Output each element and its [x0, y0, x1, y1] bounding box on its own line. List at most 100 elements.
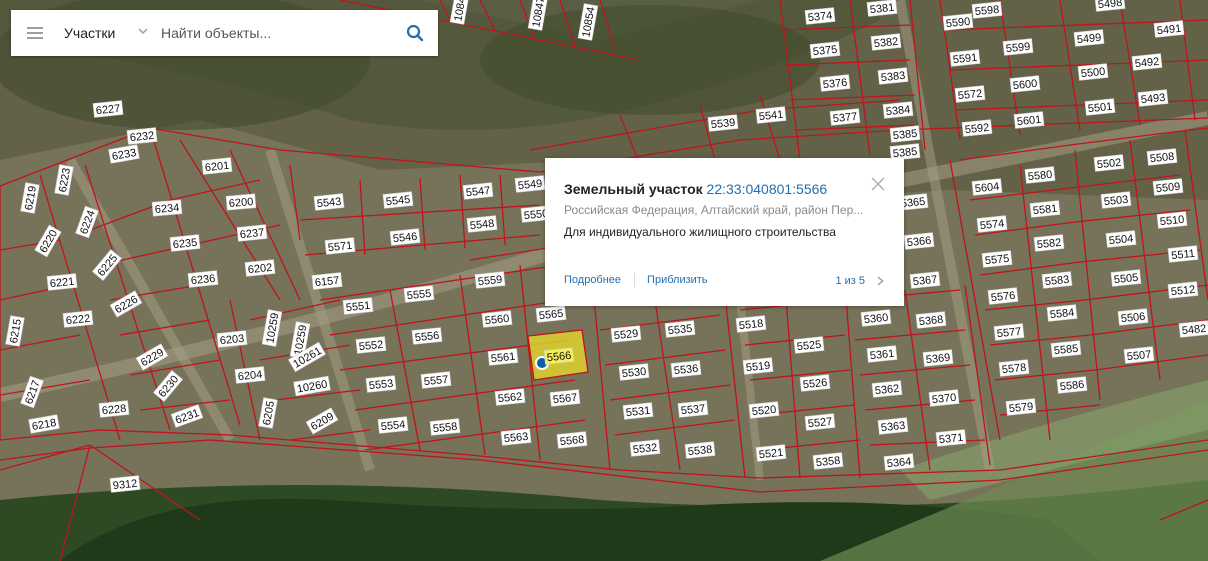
- parcel-label-5558[interactable]: 5558: [429, 418, 461, 436]
- parcel-label-5530[interactable]: 5530: [618, 363, 650, 381]
- parcel-label-5360[interactable]: 5360: [860, 309, 892, 327]
- parcel-label-5363[interactable]: 5363: [877, 417, 909, 435]
- parcel-label-5377[interactable]: 5377: [829, 108, 861, 126]
- parcel-label-6228[interactable]: 6228: [98, 400, 130, 418]
- parcel-label-5598[interactable]: 5598: [971, 1, 1003, 19]
- chevron-right-icon[interactable]: [877, 276, 884, 286]
- parcel-label-5552[interactable]: 5552: [355, 336, 387, 354]
- parcel-label-5548[interactable]: 5548: [466, 215, 498, 233]
- parcel-label-5376[interactable]: 5376: [819, 74, 851, 92]
- parcel-label-6232[interactable]: 6232: [126, 127, 158, 145]
- parcel-label-5578[interactable]: 5578: [998, 359, 1030, 377]
- parcel-label-5526[interactable]: 5526: [799, 374, 831, 392]
- parcel-label-9312[interactable]: 9312: [109, 475, 141, 493]
- parcel-label-6227[interactable]: 6227: [92, 100, 124, 118]
- parcel-label-5367[interactable]: 5367: [909, 271, 941, 289]
- parcel-label-5592[interactable]: 5592: [961, 119, 993, 137]
- parcel-label-5555[interactable]: 5555: [403, 285, 435, 303]
- parcel-label-6222[interactable]: 6222: [62, 310, 94, 328]
- parcel-label-5568[interactable]: 5568: [556, 431, 588, 449]
- parcel-label-5384[interactable]: 5384: [882, 101, 914, 119]
- parcel-label-5591[interactable]: 5591: [949, 49, 981, 67]
- parcel-label-5579[interactable]: 5579: [1005, 398, 1037, 416]
- parcel-label-5554[interactable]: 5554: [377, 416, 409, 434]
- parcel-label-5520[interactable]: 5520: [748, 401, 780, 419]
- parcel-label-5547[interactable]: 5547: [462, 182, 494, 200]
- parcel-label-5561[interactable]: 5561: [487, 348, 519, 366]
- parcel-label-6234[interactable]: 6234: [151, 199, 183, 217]
- parcel-label-5511[interactable]: 5511: [1167, 245, 1199, 263]
- parcel-label-5541[interactable]: 5541: [755, 106, 787, 124]
- parcel-label-5560[interactable]: 5560: [481, 310, 513, 328]
- parcel-label-5585[interactable]: 5585: [1050, 340, 1082, 358]
- parcel-label-5358[interactable]: 5358: [812, 452, 844, 470]
- parcel-label-5545[interactable]: 5545: [382, 191, 414, 209]
- parcel-label-5551[interactable]: 5551: [342, 297, 374, 315]
- parcel-label-5509[interactable]: 5509: [1152, 178, 1184, 196]
- parcel-label-5538[interactable]: 5538: [684, 441, 716, 459]
- parcel-label-5543[interactable]: 5543: [313, 193, 345, 211]
- parcel-label-5600[interactable]: 5600: [1009, 75, 1041, 93]
- parcel-label-5491[interactable]: 5491: [1153, 20, 1185, 38]
- parcel-label-5382[interactable]: 5382: [870, 33, 902, 51]
- parcel-label-6202[interactable]: 6202: [244, 259, 276, 277]
- parcel-label-5532[interactable]: 5532: [629, 439, 661, 457]
- parcel-label-5539[interactable]: 5539: [707, 114, 739, 132]
- parcel-label-5508[interactable]: 5508: [1146, 148, 1178, 166]
- search-category-select[interactable]: Участки: [64, 25, 126, 41]
- parcel-label-5525[interactable]: 5525: [793, 336, 825, 354]
- parcel-label-5566[interactable]: 5566: [543, 347, 575, 365]
- parcel-label-5370[interactable]: 5370: [928, 389, 960, 407]
- parcel-label-5381[interactable]: 5381: [866, 0, 898, 17]
- parcel-label-5512[interactable]: 5512: [1167, 281, 1199, 299]
- parcel-label-5499[interactable]: 5499: [1073, 29, 1105, 47]
- parcel-label-6221[interactable]: 6221: [46, 273, 78, 291]
- parcel-label-5576[interactable]: 5576: [987, 287, 1019, 305]
- parcel-label-5537[interactable]: 5537: [677, 400, 709, 418]
- parcel-label-5574[interactable]: 5574: [976, 215, 1008, 233]
- parcel-label-5571[interactable]: 5571: [324, 237, 356, 255]
- parcel-label-5500[interactable]: 5500: [1077, 63, 1109, 81]
- parcel-label-5369[interactable]: 5369: [922, 349, 954, 367]
- parcel-label-6235[interactable]: 6235: [169, 234, 201, 252]
- parcel-label-5366[interactable]: 5366: [903, 232, 935, 250]
- parcel-label-5492[interactable]: 5492: [1131, 53, 1163, 71]
- parcel-label-5385[interactable]: 5385: [889, 125, 921, 143]
- parcel-label-5504[interactable]: 5504: [1105, 230, 1137, 248]
- parcel-label-5565[interactable]: 5565: [535, 305, 567, 323]
- popup-cadastral-number[interactable]: 22:33:040801:5566: [707, 181, 828, 197]
- parcel-label-6237[interactable]: 6237: [236, 224, 268, 242]
- parcel-label-5546[interactable]: 5546: [389, 228, 421, 246]
- chevron-down-icon[interactable]: [138, 26, 148, 35]
- parcel-label-5510[interactable]: 5510: [1156, 211, 1188, 229]
- parcel-label-5604[interactable]: 5604: [971, 178, 1003, 196]
- parcel-label-5506[interactable]: 5506: [1117, 308, 1149, 326]
- parcel-label-5493[interactable]: 5493: [1137, 89, 1169, 107]
- parcel-label-5582[interactable]: 5582: [1033, 234, 1065, 252]
- parcel-label-5531[interactable]: 5531: [622, 402, 654, 420]
- parcel-label-5374[interactable]: 5374: [804, 7, 836, 25]
- search-icon[interactable]: [406, 24, 424, 42]
- parcel-label-5527[interactable]: 5527: [804, 413, 836, 431]
- parcel-label-6236[interactable]: 6236: [187, 270, 219, 288]
- parcel-label-5375[interactable]: 5375: [809, 41, 841, 59]
- parcel-label-5586[interactable]: 5586: [1056, 376, 1088, 394]
- parcel-label-5507[interactable]: 5507: [1123, 346, 1155, 364]
- parcel-label-5562[interactable]: 5562: [494, 388, 526, 406]
- parcel-label-5581[interactable]: 5581: [1029, 200, 1061, 218]
- parcel-label-5575[interactable]: 5575: [981, 250, 1013, 268]
- parcel-label-6201[interactable]: 6201: [201, 157, 233, 175]
- parcel-label-5599[interactable]: 5599: [1002, 38, 1034, 56]
- parcel-label-5364[interactable]: 5364: [883, 453, 915, 471]
- parcel-label-5580[interactable]: 5580: [1024, 166, 1056, 184]
- parcel-label-5503[interactable]: 5503: [1100, 191, 1132, 209]
- parcel-label-5536[interactable]: 5536: [670, 360, 702, 378]
- parcel-label-5505[interactable]: 5505: [1110, 269, 1142, 287]
- parcel-label-5518[interactable]: 5518: [735, 315, 767, 333]
- parcel-label-5371[interactable]: 5371: [935, 429, 967, 447]
- parcel-label-5529[interactable]: 5529: [610, 325, 642, 343]
- close-icon[interactable]: [871, 177, 885, 191]
- parcel-label-5583[interactable]: 5583: [1041, 271, 1073, 289]
- parcel-label-6203[interactable]: 6203: [216, 330, 248, 348]
- parcel-label-5567[interactable]: 5567: [549, 389, 581, 407]
